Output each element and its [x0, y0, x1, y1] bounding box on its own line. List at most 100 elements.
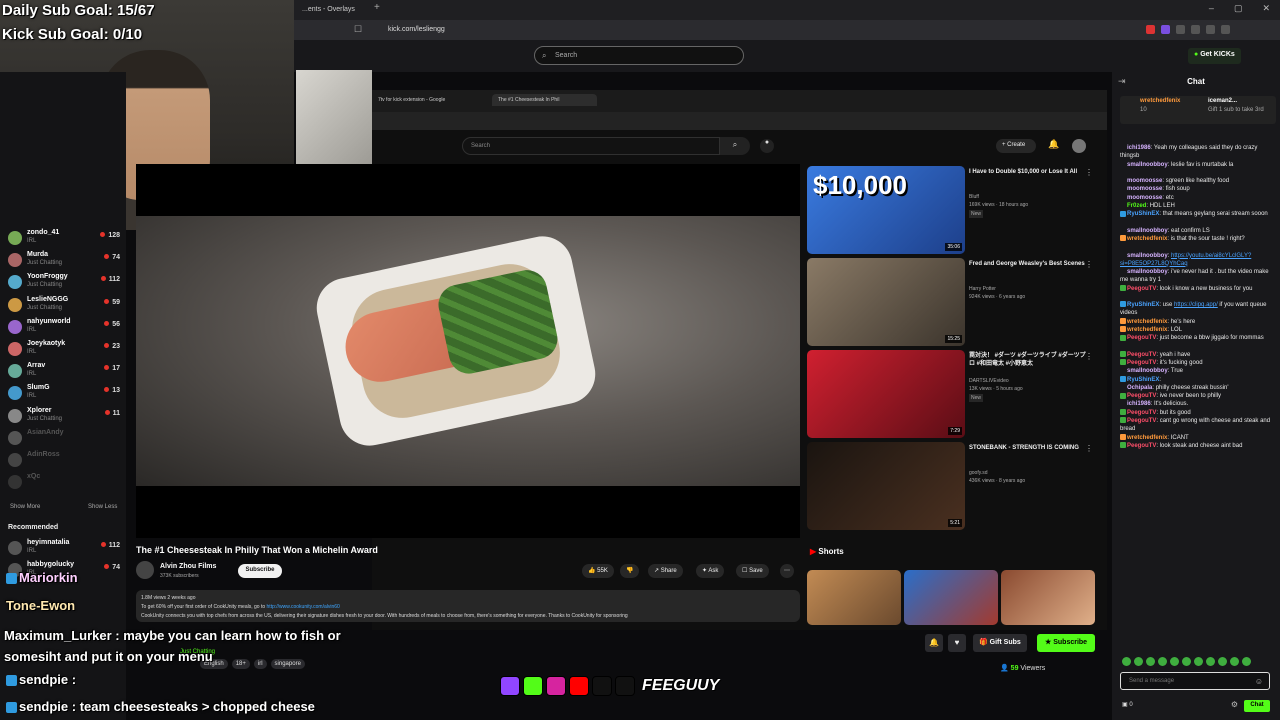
chat-link[interactable]: https://clipq.app/: [1174, 302, 1218, 308]
chat-message-input[interactable]: Send a message ☺: [1120, 672, 1270, 690]
url-field[interactable]: kick.com/lesliengg: [388, 26, 445, 33]
channel-name[interactable]: DARTSLIVEvideo: [969, 378, 1009, 384]
sidebar-channel[interactable]: Xplorer Just Chatting 11: [8, 406, 122, 426]
chat-username[interactable]: PeegouTV: [1127, 393, 1156, 399]
extension-icon[interactable]: [1176, 25, 1185, 34]
more-icon[interactable]: ⋮: [1085, 444, 1093, 453]
kick-subscribe-button[interactable]: ★ Subscribe: [1037, 634, 1096, 652]
short-thumbnail[interactable]: [1001, 570, 1095, 625]
extension-icon[interactable]: [1146, 25, 1155, 34]
recommended-channel[interactable]: heyimnatalia IRL 112: [8, 538, 122, 558]
chat-username[interactable]: PeegouTV: [1127, 443, 1156, 449]
send-chat-button[interactable]: Chat: [1244, 700, 1270, 712]
chat-username[interactable]: wretchedfenix: [1127, 327, 1167, 333]
chat-username[interactable]: ichi1986: [1127, 145, 1151, 151]
chat-username[interactable]: smallnoobboy: [1127, 228, 1168, 234]
sidebar-channel[interactable]: Arrav IRL 17: [8, 361, 122, 381]
extension-icon[interactable]: [1161, 25, 1170, 34]
sidebar-channel[interactable]: YoonFroggy Just Chatting 112: [8, 272, 122, 292]
short-thumbnail[interactable]: [904, 570, 998, 625]
share-button[interactable]: ↗ Share: [648, 564, 683, 578]
sidebar-channel[interactable]: SlumG IRL 13: [8, 383, 122, 403]
emote-icon[interactable]: [1218, 657, 1227, 666]
chat-username[interactable]: moomoosse: [1127, 186, 1162, 192]
more-icon[interactable]: ⋮: [1085, 352, 1093, 361]
kick-search-input[interactable]: ⌕ Search: [534, 46, 744, 65]
recommended-video[interactable]: $10,000 35:06 I Have to Double $10,000 or …: [807, 166, 1097, 254]
more-icon[interactable]: ⋮: [1085, 168, 1093, 177]
bell-icon[interactable]: 🔔: [1048, 139, 1059, 150]
chat-username[interactable]: smallnoobboy: [1127, 368, 1168, 374]
video-title[interactable]: Fred and George Weasley's Best Scenes: [969, 260, 1087, 268]
emote-icon[interactable]: [1170, 657, 1179, 666]
get-kicks-button[interactable]: ● Get KICKs: [1188, 48, 1241, 64]
youtube-subscribe-button[interactable]: Subscribe: [238, 564, 282, 578]
video-description[interactable]: 1.8M views 2 weeks ago To get 60% off yo…: [136, 590, 800, 622]
more-options-button[interactable]: ⋯: [780, 564, 794, 578]
chat-username[interactable]: wretchedfenix: [1127, 435, 1167, 441]
microphone-icon[interactable]: ●: [760, 139, 774, 153]
sidebar-channel[interactable]: AdinRoss: [8, 450, 122, 470]
chat-username[interactable]: RyuShinEX: [1127, 302, 1159, 308]
emote-icon[interactable]: [1146, 657, 1155, 666]
avatar[interactable]: [1072, 139, 1086, 153]
youtube-search-button[interactable]: ⌕: [720, 137, 750, 155]
youtube-search-input[interactable]: Search: [462, 137, 720, 155]
recommended-video[interactable]: 5:21 STONEBANK - STRENGTH IS COMING goofy.…: [807, 442, 1097, 530]
close-icon[interactable]: ✕: [1262, 3, 1270, 14]
chat-username[interactable]: PeegouTV: [1127, 335, 1156, 341]
youtube-tab[interactable]: 7tv for kick extension - Google: [378, 97, 445, 103]
channel-name[interactable]: Harry Potter: [969, 286, 996, 292]
chat-username[interactable]: wretchedfenix: [1127, 319, 1167, 325]
recommended-video[interactable]: 15:25 Fred and George Weasley's Best Scen…: [807, 258, 1097, 346]
channel-points[interactable]: ▣ 0: [1122, 701, 1133, 708]
like-button[interactable]: 👍 55K: [582, 564, 614, 578]
maximize-icon[interactable]: ▢: [1234, 3, 1243, 14]
extension-icon[interactable]: [1221, 25, 1230, 34]
sidebar-channel[interactable]: AsianAndy: [8, 428, 122, 448]
sidebar-channel[interactable]: LeslieNGGG Just Chatting 59: [8, 295, 122, 315]
save-button[interactable]: ☐ Save: [736, 564, 769, 578]
more-icon[interactable]: ⋮: [1085, 260, 1093, 269]
sidebar-channel[interactable]: nahyunworld IRL 56: [8, 317, 122, 337]
sidebar-channel[interactable]: xQc: [8, 472, 122, 492]
new-tab-icon[interactable]: +: [374, 2, 380, 13]
channel-name[interactable]: Alvin Zhou Films: [160, 563, 216, 570]
emote-icon[interactable]: [1230, 657, 1239, 666]
video-thumbnail[interactable]: $10,000 35:06: [807, 166, 965, 254]
chat-username[interactable]: moomoosse: [1127, 178, 1162, 184]
sidebar-channel[interactable]: Murda Just Chatting 74: [8, 250, 122, 270]
top-gifter-name[interactable]: wretchedfenix: [1140, 98, 1180, 104]
dislike-button[interactable]: 👎: [620, 564, 640, 578]
emote-icon[interactable]: [1242, 657, 1251, 666]
channel-name[interactable]: Bluff: [969, 194, 979, 200]
sidebar-channel[interactable]: zondo_41 IRL 128: [8, 228, 122, 248]
description-link[interactable]: http://www.cookunity.com/alvin60: [267, 604, 340, 610]
emote-icon[interactable]: [1194, 657, 1203, 666]
minimize-icon[interactable]: –: [1209, 3, 1214, 14]
gear-icon[interactable]: ⚙: [1231, 700, 1238, 709]
follow-heart-button[interactable]: ♥: [948, 634, 966, 652]
video-title[interactable]: I Have to Double $10,000 or Lose It All: [969, 168, 1087, 176]
gift-subs-button[interactable]: 🎁 Gift Subs: [973, 634, 1027, 652]
chat-username[interactable]: PeegouTV: [1127, 418, 1156, 424]
video-thumbnail[interactable]: 15:25: [807, 258, 965, 346]
channel-name[interactable]: goofy.sd: [969, 470, 988, 476]
chat-username[interactable]: PeegouTV: [1127, 352, 1156, 358]
chat-username[interactable]: smallnoobboy: [1127, 269, 1168, 275]
show-more-link[interactable]: Show More: [10, 504, 40, 510]
short-thumbnail[interactable]: [807, 570, 901, 625]
emoji-picker-icon[interactable]: ☺: [1255, 677, 1263, 686]
extension-icon[interactable]: [1191, 25, 1200, 34]
notification-bell-button[interactable]: 🔔: [925, 634, 943, 652]
youtube-address-bar[interactable]: [372, 112, 1107, 130]
channel-avatar[interactable]: [136, 561, 154, 579]
video-title[interactable]: STONEBANK - STRENGTH IS COMING: [969, 444, 1087, 452]
bookmark-icon[interactable]: ☐: [354, 24, 362, 35]
chat-username[interactable]: smallnoobboy: [1127, 253, 1168, 259]
show-less-link[interactable]: Show Less: [88, 504, 117, 510]
chat-username[interactable]: smallnoobboy: [1127, 162, 1168, 168]
youtube-tab-active[interactable]: The #1 Cheesesteak In Phil: [492, 94, 597, 106]
chat-username[interactable]: PeegouTV: [1127, 286, 1156, 292]
create-button[interactable]: + Create: [996, 139, 1036, 153]
